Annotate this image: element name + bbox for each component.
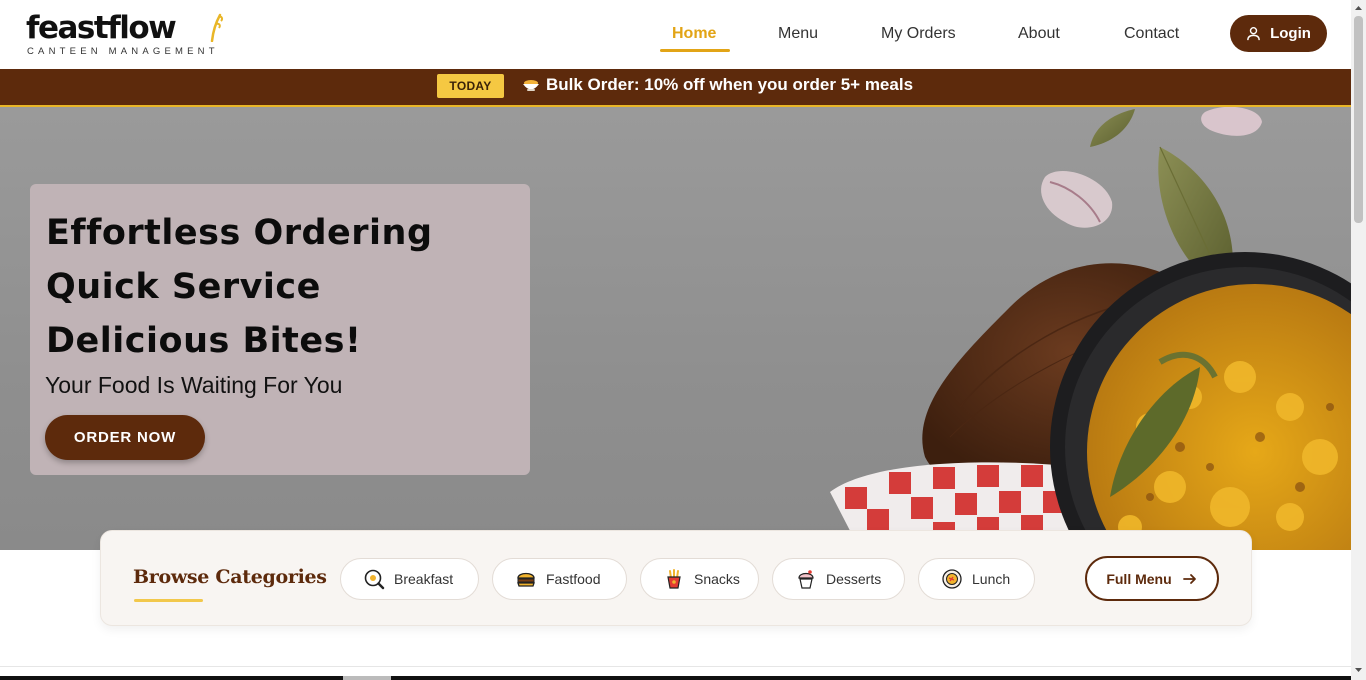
frying-pan-icon <box>364 569 385 590</box>
vertical-scrollbar-thumb[interactable] <box>1354 16 1363 223</box>
order-now-button[interactable]: ORDER NOW <box>45 415 205 460</box>
section-divider <box>0 666 1351 667</box>
fries-icon <box>667 569 681 589</box>
nav-about[interactable]: About <box>1018 14 1060 54</box>
category-snacks[interactable]: Snacks <box>640 558 759 600</box>
scroll-down-arrow-icon[interactable] <box>1354 666 1363 674</box>
burger-icon <box>517 572 535 587</box>
category-fastfood[interactable]: Fastfood <box>492 558 627 600</box>
cupcake-icon <box>798 570 814 589</box>
horizontal-scrollbar[interactable] <box>0 676 1351 680</box>
plate-icon <box>942 569 962 589</box>
category-label: Snacks <box>694 571 740 587</box>
hero-title-line: Delicious Bites! <box>46 321 362 361</box>
category-label: Fastfood <box>546 571 601 587</box>
category-label: Lunch <box>972 571 1011 587</box>
category-label: Breakfast <box>394 571 454 587</box>
hero-title-line: Effortless Ordering <box>46 213 433 253</box>
scroll-up-arrow-icon[interactable] <box>1354 4 1363 12</box>
categories-title: Browse Categories <box>133 566 327 588</box>
hero-card: Effortless Ordering Quick Service Delici… <box>30 184 530 475</box>
category-breakfast[interactable]: Breakfast <box>340 558 479 600</box>
category-label: Desserts <box>826 571 882 587</box>
promo-bar: TODAY Bulk Order: 10% off when you order… <box>0 69 1351 107</box>
full-menu-button[interactable]: Full Menu <box>1085 556 1219 601</box>
logo[interactable]: feastflow CANTEEN MANAGEMENT <box>26 10 224 57</box>
horizontal-scrollbar-thumb[interactable] <box>343 676 391 680</box>
hero-title-line: Quick Service <box>46 267 321 307</box>
nav-my-orders[interactable]: My Orders <box>881 14 956 54</box>
nav-active-indicator <box>660 49 730 52</box>
category-desserts[interactable]: Desserts <box>772 558 905 600</box>
site-header: feastflow CANTEEN MANAGEMENT Home Menu M… <box>0 0 1351 69</box>
nav-contact[interactable]: Contact <box>1124 14 1179 54</box>
login-button[interactable]: Login <box>1230 15 1327 52</box>
promo-badge: TODAY <box>437 74 504 98</box>
category-lunch[interactable]: Lunch <box>918 558 1035 600</box>
logo-wordmark: feastflow <box>26 10 177 46</box>
nav-menu[interactable]: Menu <box>778 14 818 54</box>
categories-title-underline <box>134 599 203 602</box>
logo-tagline: CANTEEN MANAGEMENT <box>27 46 219 57</box>
hero-banner: Effortless Ordering Quick Service Delici… <box>0 107 1351 550</box>
nav-home[interactable]: Home <box>672 14 716 54</box>
login-label: Login <box>1270 25 1311 42</box>
full-menu-label: Full Menu <box>1106 570 1172 587</box>
wheat-icon <box>210 13 224 42</box>
bowl-icon <box>523 80 539 91</box>
hero-title: Effortless Ordering Quick Service Delici… <box>46 206 433 368</box>
arrow-right-icon <box>1182 573 1196 584</box>
page: feastflow CANTEEN MANAGEMENT Home Menu M… <box>0 0 1366 680</box>
browse-categories: Browse Categories Breakfast Fastfood Sna… <box>100 530 1252 626</box>
user-icon <box>1247 26 1260 41</box>
promo-text: Bulk Order: 10% off when you order 5+ me… <box>546 75 914 94</box>
hero-subtitle: Your Food Is Waiting For You <box>45 372 343 398</box>
